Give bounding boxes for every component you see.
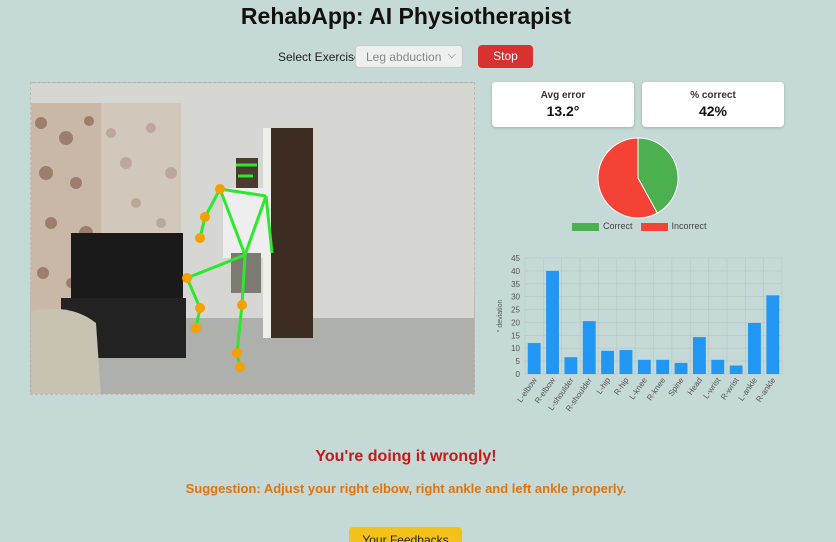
y-axis-label: ° deviation (496, 300, 504, 333)
avg-error-value: 13.2° (546, 103, 580, 119)
camera-feed (30, 82, 475, 395)
bar-r-shoulder (582, 321, 596, 374)
bar-r-knee (656, 359, 670, 374)
y-tick-label: 35 (511, 280, 520, 289)
exercise-select-label: Select Exercise: (278, 50, 365, 64)
bar-r-hip (619, 350, 633, 374)
y-tick-label: 20 (511, 318, 520, 327)
bar-l-knee (637, 359, 651, 374)
avg-error-label: Avg error (540, 90, 586, 101)
bar-l-shoulder (564, 357, 578, 374)
pct-correct-card: % correct 42% (642, 82, 784, 127)
status-message: You're doing it wrongly! (315, 448, 497, 465)
avg-error-card: Avg error 13.2° (492, 82, 634, 127)
chevron-down-icon: ⌵ (447, 49, 456, 61)
legend-correct: Correct (572, 221, 633, 231)
pct-correct-value: 42% (698, 103, 728, 119)
y-tick-label: 5 (516, 357, 521, 366)
bar-head (692, 337, 706, 374)
x-tick-label: L-hip (595, 376, 613, 396)
exercise-select[interactable]: Leg abduction ⌵ (355, 45, 463, 68)
y-tick-label: 30 (511, 293, 520, 302)
y-tick-label: 45 (511, 254, 520, 263)
exercise-select-value: Leg abduction (366, 50, 442, 64)
y-tick-label: 25 (511, 306, 520, 315)
legend-incorrect: Incorrect (640, 221, 707, 231)
x-tick-label: Head (686, 376, 704, 397)
page-title: RehabApp: AI Physiotherapist (240, 3, 572, 29)
stop-button[interactable]: Stop (478, 45, 533, 68)
bar-spine (674, 362, 688, 374)
y-tick-label: 40 (511, 267, 520, 276)
bar-l-elbow (527, 343, 541, 374)
x-tick-label: R-ankle (754, 376, 777, 404)
bar-l-hip (601, 350, 615, 374)
legend-incorrect-label: Incorrect (671, 221, 707, 231)
feedback-button[interactable]: Your Feedbacks (349, 527, 462, 542)
bar-r-wrist (729, 365, 743, 374)
y-tick-label: 15 (511, 331, 520, 340)
y-tick-label: 10 (511, 344, 520, 353)
pct-correct-label: % correct (690, 90, 736, 101)
y-tick-label: 0 (516, 370, 521, 379)
bar-r-ankle (766, 295, 780, 374)
bar-l-wrist (711, 359, 725, 374)
camera-frame (31, 83, 474, 394)
bar-l-ankle (748, 322, 761, 374)
x-tick-label: Spine (667, 376, 686, 398)
pie-legend: Correct Incorrect (572, 221, 707, 231)
deviation-bar-chart: 0 5 10 15 20 25 30 35 40 45 ° deviation L-elbow R-el… (490, 252, 790, 417)
suggestion-text: Suggestion: Adjust your right elbow, rig… (185, 481, 627, 496)
bar-r-elbow (546, 270, 559, 374)
legend-correct-label: Correct (603, 221, 633, 231)
x-tick-label: R-knee (645, 376, 667, 403)
